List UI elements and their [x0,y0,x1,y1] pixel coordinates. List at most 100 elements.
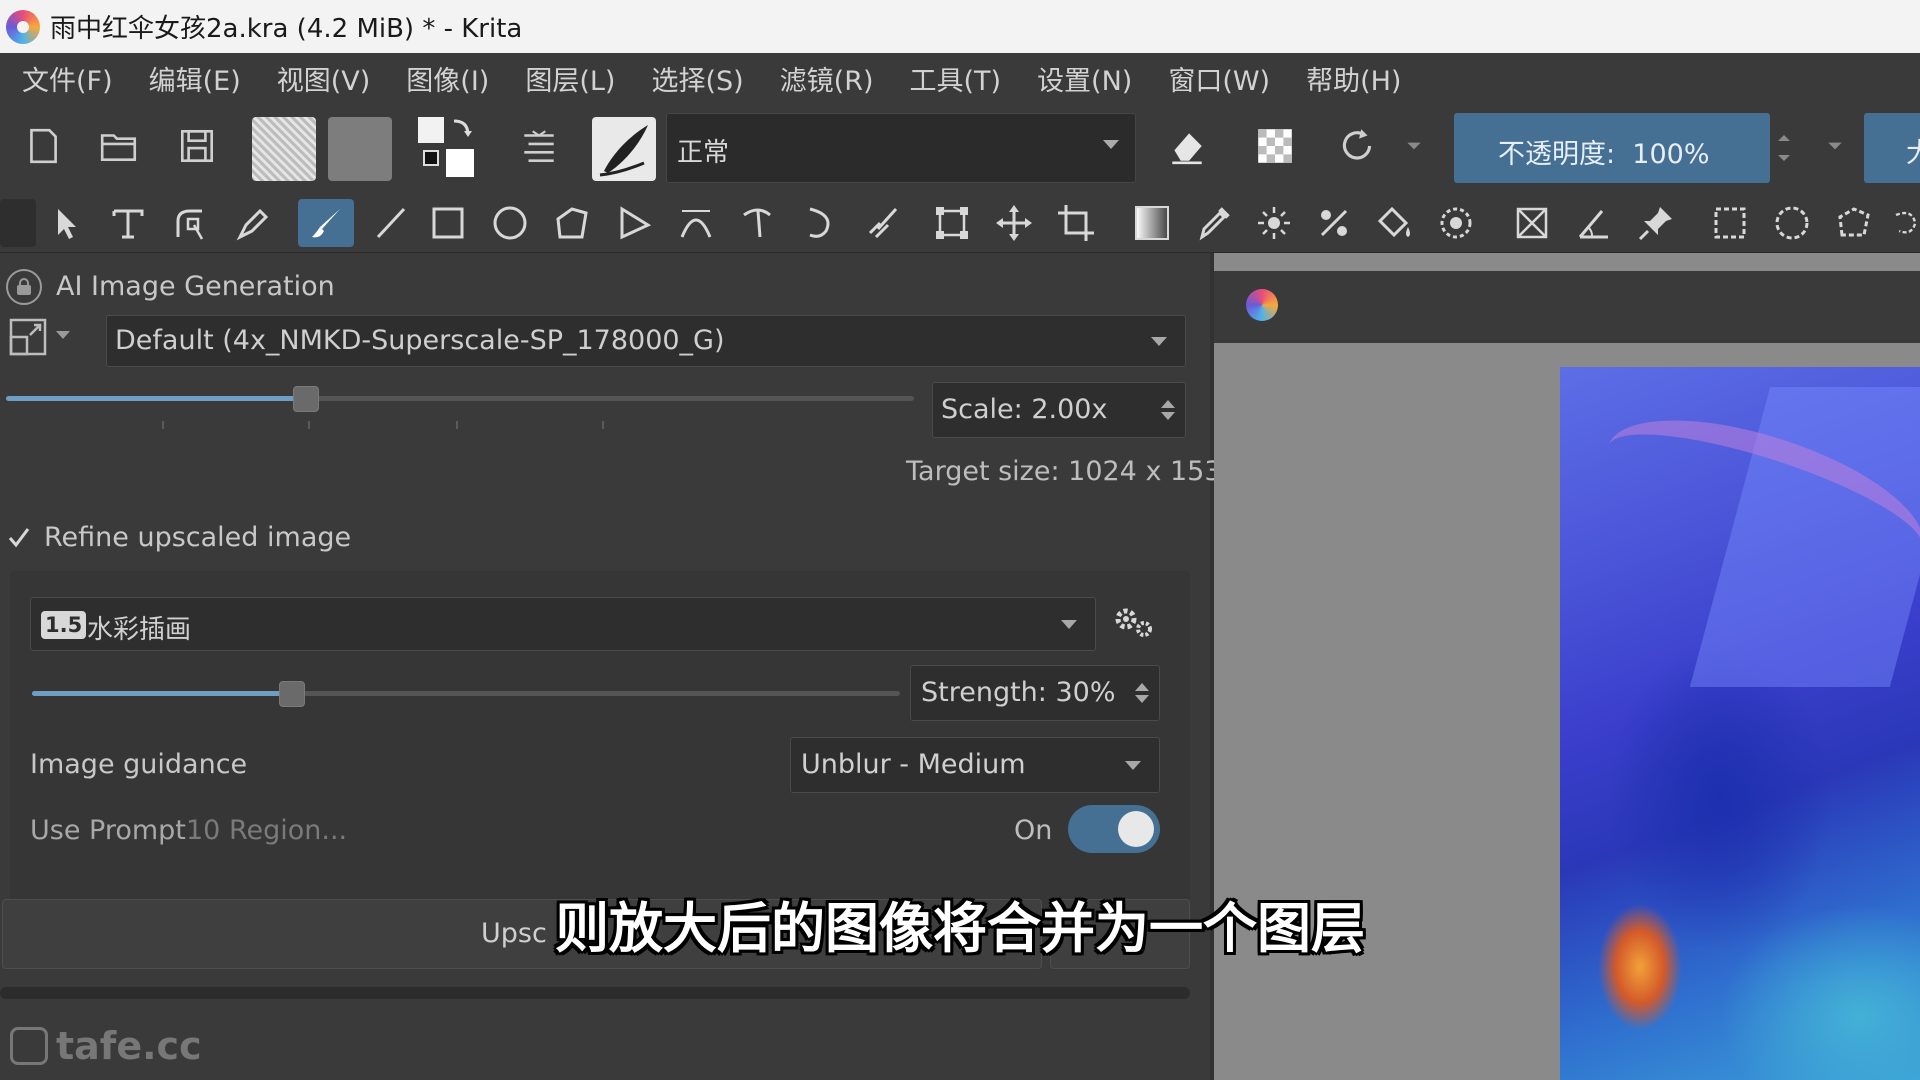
menu-filter[interactable]: 滤镜(R) [780,59,874,98]
gradient-swatch[interactable] [252,117,316,181]
scale-tick [456,421,458,429]
scale-tick [602,421,604,429]
reference-images-tool-icon[interactable] [1508,199,1556,247]
brush-settings-icon[interactable] [516,123,562,169]
toolbox [0,193,1920,253]
canvas-tab-bar [1214,271,1920,343]
use-prompt-toggle[interactable] [1068,805,1160,853]
scale-slider-handle[interactable] [293,386,319,412]
chevron-down-icon[interactable] [1820,123,1850,169]
freehand-select-tool-icon[interactable] [1888,199,1920,247]
scale-spinbox[interactable]: Scale: 2.00x [932,382,1186,438]
refine-checkbox[interactable] [6,525,32,551]
open-folder-icon[interactable] [96,123,142,169]
spin-down-icon[interactable] [1135,695,1149,703]
select-shapes-tool-icon[interactable] [42,199,90,247]
rectangle-tool-icon[interactable] [424,199,472,247]
style-select[interactable]: 1.5 水彩插画 [30,597,1096,651]
scale-tick [162,421,164,429]
ellipse-tool-icon[interactable] [486,199,534,247]
upscale-model-select[interactable]: Default (4x_NMKD-Superscale-SP_178000_G) [106,315,1186,367]
multibrush-tool-icon[interactable] [858,199,906,247]
brush-preset-icon[interactable] [592,117,656,181]
polygon-tool-icon[interactable] [548,199,596,247]
style-settings-gear-icon[interactable] [1110,601,1156,643]
spin-up-icon[interactable] [1135,683,1149,691]
freehand-brush-tool-icon[interactable] [298,199,354,247]
image-guidance-value: Unblur - Medium [801,749,1026,780]
menu-settings[interactable]: 设置(N) [1037,59,1132,98]
chevron-down-icon[interactable] [1402,123,1426,169]
opacity-label: 不透明度: 100% [1498,139,1710,170]
upscale-model-value: Default (4x_NMKD-Superscale-SP_178000_G) [115,325,725,356]
opacity-slider[interactable]: 不透明度: 100% [1454,113,1770,183]
smart-patch-tool-icon[interactable] [1250,199,1298,247]
toolbox-handle[interactable] [0,199,36,247]
menu-help[interactable]: 帮助(H) [1306,59,1401,98]
docker-lock-icon[interactable] [6,269,42,305]
use-prompt-region[interactable]: 10 Region... [186,815,347,846]
alpha-lock-icon[interactable] [1252,123,1298,169]
spin-down-icon[interactable] [1161,412,1175,420]
menu-view[interactable]: 视图(V) [277,59,371,98]
image-guidance-label: Image guidance [30,749,248,780]
document-tab-krita-icon[interactable] [1246,289,1278,321]
menu-edit[interactable]: 编辑(E) [149,59,241,98]
eraser-icon[interactable] [1164,123,1210,169]
strength-spinbox[interactable]: Strength: 30% [910,665,1160,721]
menu-file[interactable]: 文件(F) [22,59,113,98]
fill-tool-icon[interactable] [1370,199,1418,247]
assistant-tool-icon[interactable] [1310,199,1358,247]
scale-slider-fill [6,396,306,401]
line-tool-icon[interactable] [366,199,414,247]
strength-slider-handle[interactable] [279,681,305,707]
style-version-badge: 1.5 [41,611,87,639]
pan-tool-icon[interactable] [1632,199,1680,247]
brush-size-slider[interactable]: 大 [1864,113,1920,183]
enclose-fill-tool-icon[interactable] [1432,199,1480,247]
target-size-label: Target size: 1024 x 1536 [906,456,1239,487]
chevron-down-icon [1151,337,1167,346]
move-tool-icon[interactable] [990,199,1038,247]
crop-tool-icon[interactable] [1052,199,1100,247]
foreground-background-color-icon[interactable] [416,115,480,179]
menu-window[interactable]: 窗口(W) [1168,59,1270,98]
transform-tool-icon[interactable] [928,199,976,247]
menu-layer[interactable]: 图层(L) [525,59,615,98]
brush-size-label: 大 [1906,138,1920,169]
new-document-icon[interactable] [20,123,66,169]
blend-mode-select[interactable]: 正常 [666,113,1136,183]
image-guidance-select[interactable]: Unblur - Medium [790,737,1160,793]
workspace-icon[interactable] [8,317,52,361]
freehand-path-tool-icon[interactable] [734,199,782,247]
pattern-swatch[interactable] [328,117,392,181]
opacity-value: 100% [1632,139,1710,170]
edit-shapes-tool-icon[interactable] [166,199,214,247]
text-tool-icon[interactable] [104,199,152,247]
progress-bar [0,987,1190,999]
spin-up-icon[interactable] [1161,400,1175,408]
reload-preset-icon[interactable] [1334,123,1380,169]
polyline-tool-icon[interactable] [610,199,658,247]
refine-label[interactable]: Refine upscaled image [44,522,351,553]
strength-value: Strength: 30% [921,677,1116,708]
scale-value: Scale: 2.00x [941,394,1108,425]
polygon-select-tool-icon[interactable] [1830,199,1878,247]
ellipse-select-tool-icon[interactable] [1768,199,1816,247]
opacity-spinner[interactable] [1770,113,1798,183]
bezier-curve-tool-icon[interactable] [672,199,720,247]
save-icon[interactable] [174,123,220,169]
calligraphy-tool-icon[interactable] [228,199,276,247]
dynamic-brush-tool-icon[interactable] [796,199,844,247]
color-picker-tool-icon[interactable] [1190,199,1238,247]
measure-tool-icon[interactable] [1570,199,1618,247]
canvas-painting[interactable] [1560,367,1920,1080]
menu-select[interactable]: 选择(S) [651,59,743,98]
rectangle-select-tool-icon[interactable] [1706,199,1754,247]
watermark: tafe.cc [10,1024,202,1068]
menu-tools[interactable]: 工具(T) [910,59,1002,98]
gradient-tool-icon[interactable] [1128,199,1176,247]
chevron-down-icon[interactable] [56,331,70,339]
menu-image[interactable]: 图像(I) [406,59,489,98]
window-title: 雨中红伞女孩2a.kra (4.2 MiB) * - Krita [50,14,523,44]
